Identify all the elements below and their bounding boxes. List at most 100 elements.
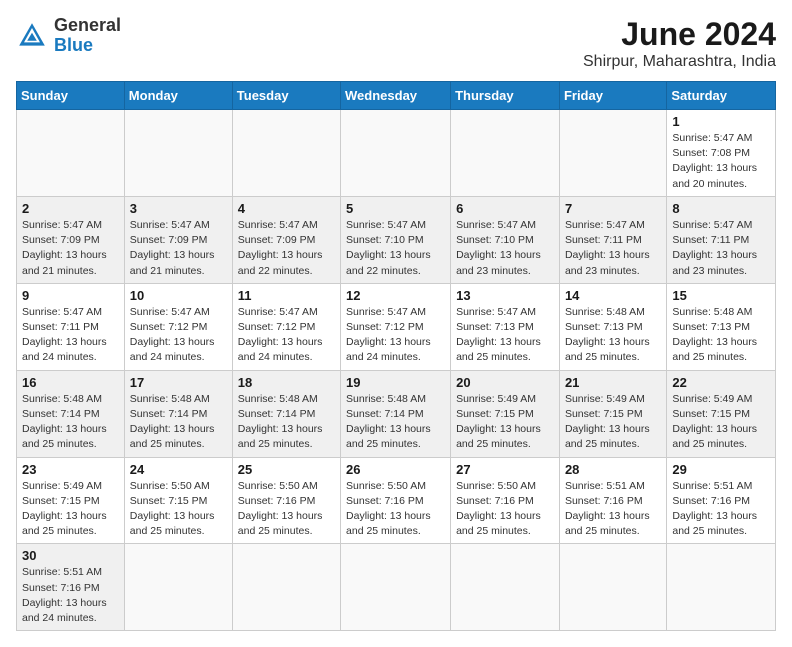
day-info: Sunrise: 5:51 AM Sunset: 7:16 PM Dayligh… (565, 479, 661, 540)
calendar-cell: 2 Sunrise: 5:47 AM Sunset: 7:09 PM Daylig… (17, 196, 125, 283)
calendar-cell: 18 Sunrise: 5:48 AM Sunset: 7:14 PM Dayli… (232, 370, 340, 457)
day-info: Sunrise: 5:50 AM Sunset: 7:15 PM Dayligh… (130, 479, 227, 540)
day-number: 11 (238, 288, 335, 303)
calendar-table: SundayMondayTuesdayWednesdayThursdayFrid… (16, 81, 776, 631)
day-info: Sunrise: 5:48 AM Sunset: 7:14 PM Dayligh… (130, 392, 227, 453)
calendar-container: General Blue June 2024 Shirpur, Maharash… (0, 0, 792, 647)
day-number: 21 (565, 375, 661, 390)
week-row-2: 2 Sunrise: 5:47 AM Sunset: 7:09 PM Daylig… (17, 196, 776, 283)
day-info: Sunrise: 5:47 AM Sunset: 7:08 PM Dayligh… (672, 131, 770, 192)
calendar-cell (559, 110, 666, 197)
day-info: Sunrise: 5:47 AM Sunset: 7:12 PM Dayligh… (346, 305, 445, 366)
day-number: 29 (672, 462, 770, 477)
day-number: 7 (565, 201, 661, 216)
day-number: 1 (672, 114, 770, 129)
calendar-cell: 17Sunrise: 5:48 AM Sunset: 7:14 PM Dayli… (124, 370, 232, 457)
day-number: 24 (130, 462, 227, 477)
calendar-cell: 1 Sunrise: 5:47 AM Sunset: 7:08 PM Daylig… (667, 110, 776, 197)
location-title: Shirpur, Maharashtra, India (583, 53, 776, 71)
calendar-cell: 26 Sunrise: 5:50 AM Sunset: 7:16 PM Dayli… (341, 457, 451, 544)
day-number: 8 (672, 201, 770, 216)
week-row-4: 16 Sunrise: 5:48 AM Sunset: 7:14 PM Dayli… (17, 370, 776, 457)
day-info: Sunrise: 5:47 AM Sunset: 7:12 PM Dayligh… (238, 305, 335, 366)
calendar-cell: 24 Sunrise: 5:50 AM Sunset: 7:15 PM Dayli… (124, 457, 232, 544)
calendar-cell (232, 544, 340, 631)
calendar-cell (667, 544, 776, 631)
calendar-cell (451, 544, 560, 631)
calendar-cell: 6 Sunrise: 5:47 AM Sunset: 7:10 PM Daylig… (451, 196, 560, 283)
logo-blue: Blue (54, 36, 121, 56)
day-info: Sunrise: 5:51 AM Sunset: 7:16 PM Dayligh… (672, 479, 770, 540)
day-number: 6 (456, 201, 554, 216)
day-number: 18 (238, 375, 335, 390)
calendar-cell: 10Sunrise: 5:47 AM Sunset: 7:12 PM Dayli… (124, 283, 232, 370)
day-number: 4 (238, 201, 335, 216)
calendar-cell (124, 544, 232, 631)
day-info: Sunrise: 5:47 AM Sunset: 7:09 PM Dayligh… (22, 218, 119, 279)
col-header-saturday: Saturday (667, 82, 776, 110)
day-info: Sunrise: 5:51 AM Sunset: 7:16 PM Dayligh… (22, 565, 119, 626)
day-number: 15 (672, 288, 770, 303)
day-info: Sunrise: 5:50 AM Sunset: 7:16 PM Dayligh… (238, 479, 335, 540)
calendar-cell: 29 Sunrise: 5:51 AM Sunset: 7:16 PM Dayli… (667, 457, 776, 544)
week-row-3: 9Sunrise: 5:47 AM Sunset: 7:11 PM Daylig… (17, 283, 776, 370)
calendar-cell: 4 Sunrise: 5:47 AM Sunset: 7:09 PM Daylig… (232, 196, 340, 283)
day-number: 26 (346, 462, 445, 477)
day-number: 5 (346, 201, 445, 216)
logo: General Blue (16, 16, 121, 56)
calendar-cell: 11 Sunrise: 5:47 AM Sunset: 7:12 PM Dayli… (232, 283, 340, 370)
day-number: 2 (22, 201, 119, 216)
day-info: Sunrise: 5:49 AM Sunset: 7:15 PM Dayligh… (672, 392, 770, 453)
day-info: Sunrise: 5:49 AM Sunset: 7:15 PM Dayligh… (565, 392, 661, 453)
calendar-cell (451, 110, 560, 197)
calendar-cell: 25Sunrise: 5:50 AM Sunset: 7:16 PM Dayli… (232, 457, 340, 544)
day-number: 13 (456, 288, 554, 303)
col-header-sunday: Sunday (17, 82, 125, 110)
col-header-friday: Friday (559, 82, 666, 110)
days-header-row: SundayMondayTuesdayWednesdayThursdayFrid… (17, 82, 776, 110)
day-number: 30 (22, 548, 119, 563)
day-number: 19 (346, 375, 445, 390)
col-header-tuesday: Tuesday (232, 82, 340, 110)
col-header-thursday: Thursday (451, 82, 560, 110)
calendar-cell: 5Sunrise: 5:47 AM Sunset: 7:10 PM Daylig… (341, 196, 451, 283)
calendar-cell: 14Sunrise: 5:48 AM Sunset: 7:13 PM Dayli… (559, 283, 666, 370)
day-info: Sunrise: 5:49 AM Sunset: 7:15 PM Dayligh… (22, 479, 119, 540)
day-number: 3 (130, 201, 227, 216)
calendar-cell: 28 Sunrise: 5:51 AM Sunset: 7:16 PM Dayli… (559, 457, 666, 544)
week-row-5: 23Sunrise: 5:49 AM Sunset: 7:15 PM Dayli… (17, 457, 776, 544)
calendar-cell (341, 110, 451, 197)
day-info: Sunrise: 5:47 AM Sunset: 7:12 PM Dayligh… (130, 305, 227, 366)
day-info: Sunrise: 5:47 AM Sunset: 7:11 PM Dayligh… (565, 218, 661, 279)
day-number: 12 (346, 288, 445, 303)
day-info: Sunrise: 5:48 AM Sunset: 7:14 PM Dayligh… (238, 392, 335, 453)
week-row-1: 1 Sunrise: 5:47 AM Sunset: 7:08 PM Daylig… (17, 110, 776, 197)
col-header-monday: Monday (124, 82, 232, 110)
day-info: Sunrise: 5:47 AM Sunset: 7:11 PM Dayligh… (672, 218, 770, 279)
calendar-cell (559, 544, 666, 631)
day-number: 9 (22, 288, 119, 303)
calendar-cell: 20Sunrise: 5:49 AM Sunset: 7:15 PM Dayli… (451, 370, 560, 457)
calendar-cell: 23Sunrise: 5:49 AM Sunset: 7:15 PM Dayli… (17, 457, 125, 544)
day-info: Sunrise: 5:48 AM Sunset: 7:14 PM Dayligh… (22, 392, 119, 453)
title-block: June 2024 Shirpur, Maharashtra, India (583, 16, 776, 71)
calendar-cell: 9Sunrise: 5:47 AM Sunset: 7:11 PM Daylig… (17, 283, 125, 370)
calendar-cell: 12 Sunrise: 5:47 AM Sunset: 7:12 PM Dayli… (341, 283, 451, 370)
day-number: 22 (672, 375, 770, 390)
calendar-cell: 27Sunrise: 5:50 AM Sunset: 7:16 PM Dayli… (451, 457, 560, 544)
day-info: Sunrise: 5:47 AM Sunset: 7:10 PM Dayligh… (456, 218, 554, 279)
calendar-cell: 8 Sunrise: 5:47 AM Sunset: 7:11 PM Daylig… (667, 196, 776, 283)
calendar-cell (124, 110, 232, 197)
day-number: 28 (565, 462, 661, 477)
day-info: Sunrise: 5:47 AM Sunset: 7:13 PM Dayligh… (456, 305, 554, 366)
calendar-cell: 30 Sunrise: 5:51 AM Sunset: 7:16 PM Dayli… (17, 544, 125, 631)
logo-text: General Blue (54, 16, 121, 56)
calendar-cell: 16 Sunrise: 5:48 AM Sunset: 7:14 PM Dayli… (17, 370, 125, 457)
month-title: June 2024 (583, 16, 776, 53)
day-info: Sunrise: 5:47 AM Sunset: 7:09 PM Dayligh… (238, 218, 335, 279)
calendar-cell: 3Sunrise: 5:47 AM Sunset: 7:09 PM Daylig… (124, 196, 232, 283)
day-number: 16 (22, 375, 119, 390)
day-info: Sunrise: 5:50 AM Sunset: 7:16 PM Dayligh… (346, 479, 445, 540)
day-number: 27 (456, 462, 554, 477)
calendar-cell: 21 Sunrise: 5:49 AM Sunset: 7:15 PM Dayli… (559, 370, 666, 457)
